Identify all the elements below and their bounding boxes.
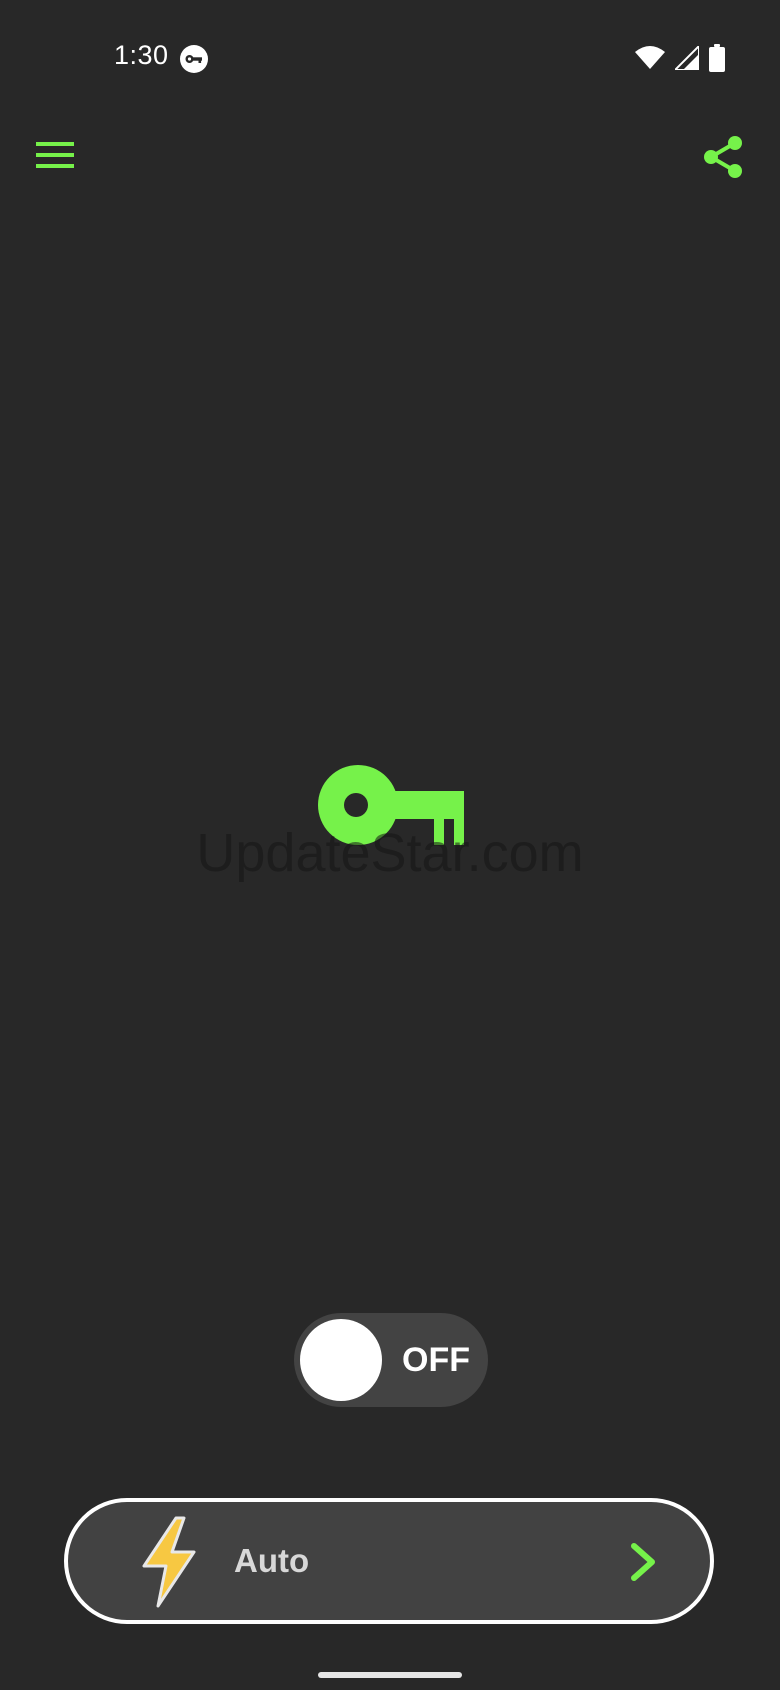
hamburger-menu-icon [36,142,74,168]
server-label: Auto [234,1542,310,1579]
share-button[interactable] [696,130,750,184]
vpn-key-icon [180,45,208,73]
connection-toggle[interactable]: OFF [294,1313,488,1407]
vpn-home-screen: 1:30 UpdateStar.com OFF Auto [0,0,780,1690]
toggle-knob[interactable] [300,1319,382,1401]
cellular-signal-icon [672,43,700,74]
toggle-label: OFF [402,1341,470,1379]
gesture-navigation-bar[interactable] [318,1672,462,1678]
battery-icon [709,44,725,76]
status-time: 1:30 [114,40,169,70]
share-icon [704,136,742,178]
wifi-icon [635,46,665,74]
menu-button[interactable] [30,130,80,180]
watermark-text: UpdateStar.com [196,823,584,883]
app-bar [0,120,780,190]
status-icons [635,43,725,76]
lightning-bolt-icon [142,1516,196,1608]
chevron-right-icon [631,1543,655,1581]
server-selector-button[interactable]: Auto [64,1498,714,1624]
status-bar: 1:30 [0,0,780,120]
